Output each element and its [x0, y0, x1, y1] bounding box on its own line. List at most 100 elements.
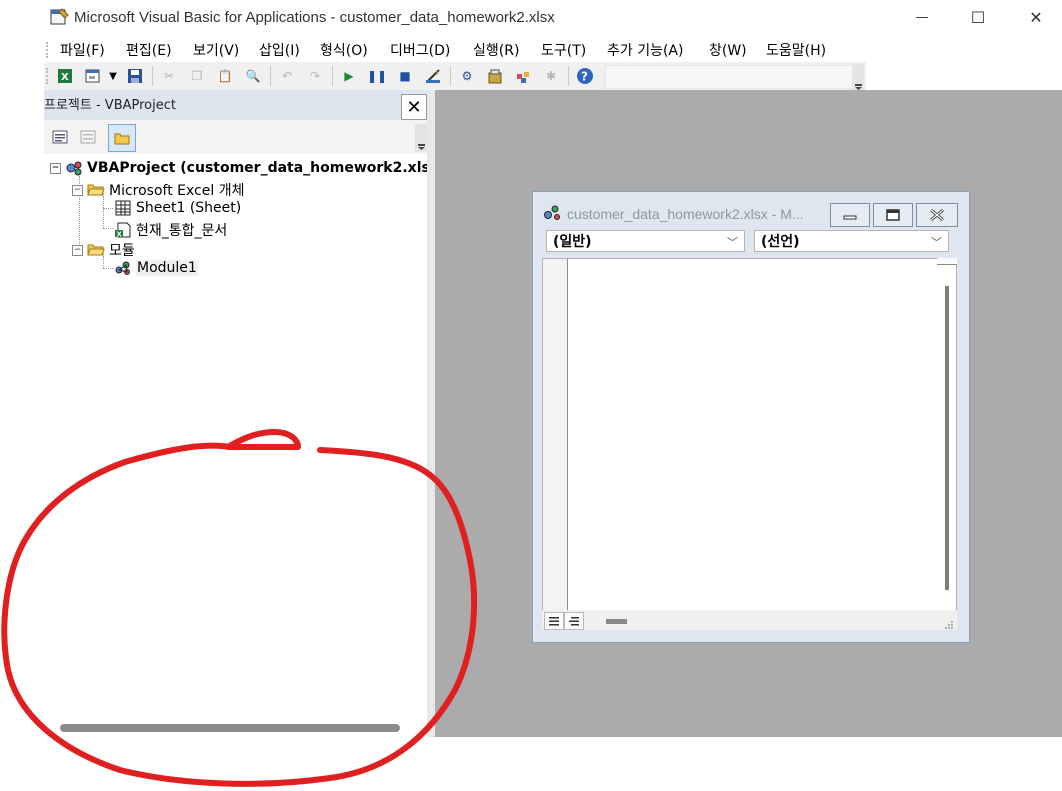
full-module-view-button[interactable]: [564, 612, 584, 630]
tree-item-sheet1[interactable]: Sheet1 (Sheet): [114, 200, 241, 216]
find-icon[interactable]: 🔍: [244, 67, 262, 85]
procedure-view-icon: [549, 617, 559, 626]
toolbar-grip[interactable]: [46, 68, 50, 84]
insert-form-icon[interactable]: [84, 67, 102, 85]
project-explorer-icon[interactable]: ⚙: [458, 67, 476, 85]
collapse-icon[interactable]: −: [50, 162, 61, 174]
run-icon[interactable]: ▶: [340, 67, 358, 85]
break-icon[interactable]: ❚❚: [367, 67, 387, 85]
resize-grip-icon[interactable]: [942, 620, 954, 630]
tree-label-thisworkbook: 현재_통합_문서: [136, 223, 228, 239]
tree-label-sheet1: Sheet1 (Sheet): [136, 200, 242, 216]
tree-label-excel-objects: Microsoft Excel 개체: [109, 183, 245, 199]
menu-file[interactable]: 파일(F): [60, 40, 105, 60]
workbook-icon: X: [114, 222, 132, 239]
toolbar-separator: [152, 66, 153, 86]
splitter-bar[interactable]: [427, 90, 435, 737]
toolbar-separator: [568, 66, 569, 86]
view-code-button[interactable]: [49, 127, 71, 147]
worksheet-icon: [114, 200, 132, 216]
tree-item-modules[interactable]: − 모듈: [72, 240, 135, 260]
code-close-button[interactable]: [916, 203, 958, 227]
menu-tools[interactable]: 도구(T): [541, 40, 586, 60]
horizontal-scrollbar-thumb[interactable]: [60, 724, 400, 732]
vba-app-icon: [50, 7, 70, 27]
close-button[interactable]: ✕: [1008, 0, 1062, 34]
view-object-button[interactable]: [77, 127, 99, 147]
toolbar-separator: [270, 66, 271, 86]
toolbox-icon[interactable]: ✱: [542, 67, 560, 85]
folder-open-icon: [87, 182, 105, 198]
design-mode-icon[interactable]: [424, 67, 442, 85]
procedure-view-button[interactable]: [544, 612, 564, 630]
maximize-icon: ☐: [970, 7, 986, 27]
toolbar-options-button[interactable]: [852, 64, 864, 90]
tree-line: [103, 196, 104, 228]
object-combo[interactable]: (일반) ﹀: [546, 230, 745, 252]
collapse-icon[interactable]: −: [72, 184, 83, 196]
excel-icon[interactable]: X: [56, 67, 74, 85]
tree-item-module1[interactable]: Module1: [114, 260, 198, 276]
menu-format[interactable]: 형식(O): [320, 40, 368, 60]
menu-view[interactable]: 보기(V): [193, 40, 239, 60]
margin-indicator-bar[interactable]: [543, 259, 568, 611]
menu-addins[interactable]: 추가 기능(A): [607, 40, 683, 60]
toolbar-separator: [332, 66, 333, 86]
svg-text:X: X: [61, 72, 69, 83]
close-icon: [930, 208, 944, 222]
svg-text:X: X: [117, 231, 123, 239]
tree-item-vbaproject[interactable]: − VBAProject (customer_data_homework2.xl…: [50, 160, 439, 176]
object-browser-icon[interactable]: [514, 67, 532, 85]
menu-edit[interactable]: 편집(E): [126, 40, 172, 60]
maximize-button[interactable]: ☐: [950, 0, 1006, 34]
code-restore-button[interactable]: [873, 203, 913, 227]
tree-line: [103, 228, 113, 229]
collapse-icon[interactable]: −: [72, 244, 83, 256]
horizontal-scrollbar-thumb[interactable]: [606, 619, 627, 624]
help-icon[interactable]: ?: [576, 67, 594, 85]
procedure-combo[interactable]: (선언) ﹀: [754, 230, 949, 252]
menu-window[interactable]: 창(W): [709, 40, 747, 60]
toolbar-separator: [450, 66, 451, 86]
project-pane-toolbar: [44, 120, 428, 154]
menu-insert[interactable]: 삽입(I): [259, 40, 300, 60]
vbaproject-icon: [65, 160, 83, 176]
toggle-folders-button[interactable]: [108, 124, 136, 152]
object-combo-value: (일반): [553, 234, 592, 250]
menu-debug[interactable]: 디버그(D): [390, 40, 450, 60]
code-minimize-button[interactable]: [830, 203, 870, 227]
project-pane-close-button[interactable]: ✕: [401, 94, 427, 120]
code-editor[interactable]: [542, 258, 957, 630]
reset-icon[interactable]: ■: [396, 67, 414, 85]
undo-icon[interactable]: ↶: [278, 67, 296, 85]
pane-toolbar-options[interactable]: [415, 124, 427, 152]
redo-icon[interactable]: ↷: [306, 67, 324, 85]
paste-icon[interactable]: 📋: [216, 67, 234, 85]
copy-icon[interactable]: ❐: [188, 67, 206, 85]
tree-line: [103, 208, 113, 209]
tree-label-modules: 모듈: [109, 243, 135, 259]
restore-icon: [886, 209, 900, 221]
svg-text:?: ?: [581, 70, 588, 84]
menu-run[interactable]: 실행(R): [473, 40, 519, 60]
window-title: Microsoft Visual Basic for Applications …: [74, 9, 555, 26]
save-icon[interactable]: [126, 67, 144, 85]
tree-label-module1: Module1: [136, 260, 198, 276]
menu-grip: [46, 42, 50, 58]
cut-icon[interactable]: ✂: [160, 67, 178, 85]
code-window-title: customer_data_homework2.xlsx - M...: [567, 206, 804, 222]
minimize-icon: —: [915, 9, 929, 25]
project-pane-title: 프로젝트 - VBAProject: [44, 98, 176, 113]
chevron-down-icon: ﹀: [727, 236, 738, 249]
menu-help[interactable]: 도움말(H): [766, 40, 826, 60]
chevron-down-icon[interactable]: ▼: [104, 67, 122, 85]
properties-icon[interactable]: [486, 67, 504, 85]
minimize-button[interactable]: —: [894, 0, 950, 34]
vertical-scrollbar-thumb[interactable]: [945, 286, 949, 590]
full-module-view-icon: [569, 617, 579, 626]
module-icon: [114, 260, 132, 276]
tree-item-thisworkbook[interactable]: X 현재_통합_문서: [114, 220, 227, 240]
tree-label-vbaproject: VBAProject (customer_data_homework2.xlsx: [87, 160, 439, 176]
tree-item-excel-objects[interactable]: − Microsoft Excel 개체: [72, 180, 244, 200]
split-bar[interactable]: [937, 258, 957, 265]
